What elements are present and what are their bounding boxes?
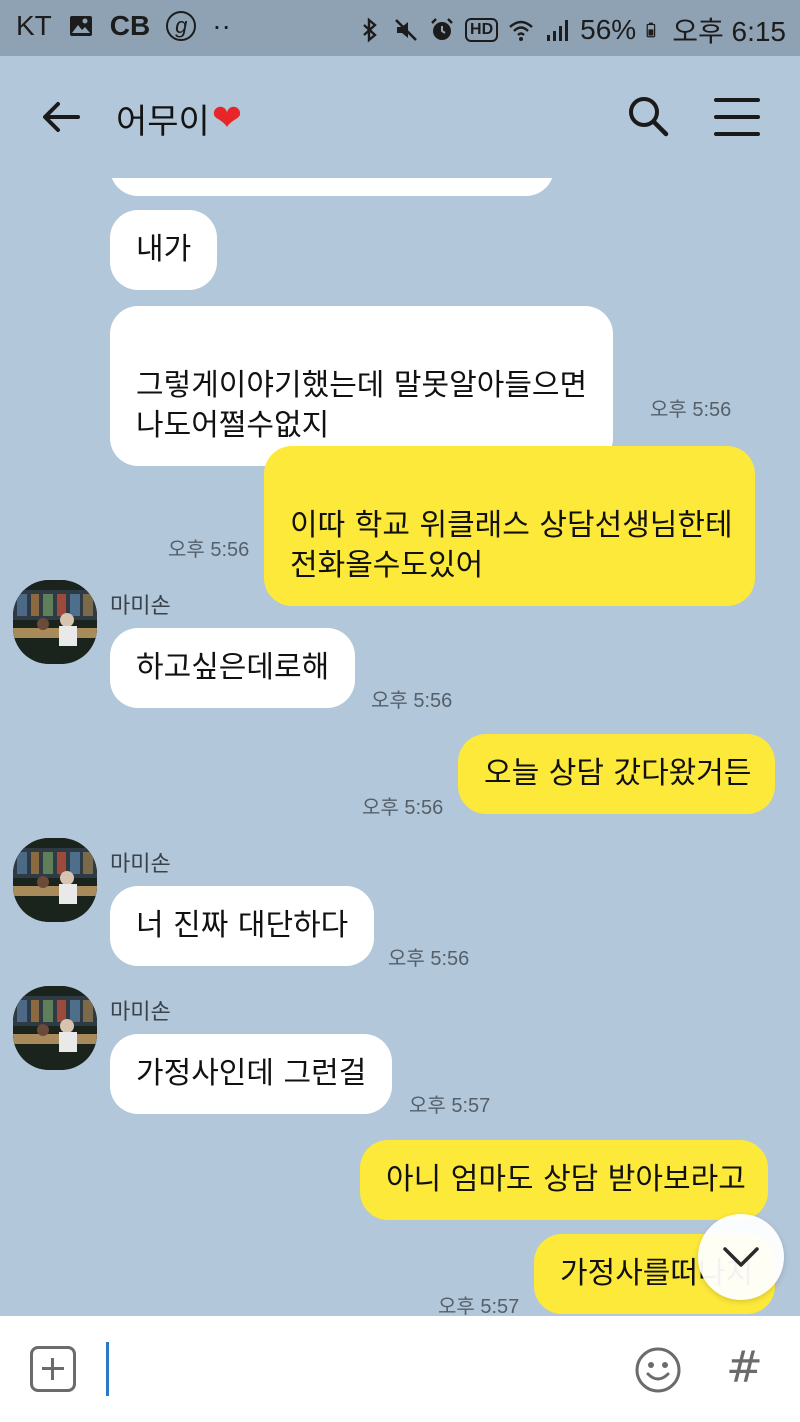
- wifi-icon: [509, 20, 533, 41]
- chat-header: 어무이 ❤: [0, 56, 800, 178]
- mute-icon: [395, 19, 417, 41]
- message-bubble-outgoing[interactable]: 아니 엄마도 상담 받아보라고: [360, 1140, 768, 1220]
- message-text: 가정사인데 그런걸: [136, 1056, 367, 1091]
- arrow-left-icon[interactable]: [38, 94, 84, 140]
- chat-room-name: 어무이: [116, 102, 210, 142]
- sender-avatar[interactable]: [13, 986, 97, 1070]
- message-text: 하고싶은데로해: [136, 650, 330, 685]
- search-icon[interactable]: [624, 92, 672, 140]
- profile-photo-icon: [13, 838, 97, 922]
- cb-notification-label: CB: [109, 10, 151, 41]
- message-time: 오후 5:57: [409, 1095, 491, 1117]
- message-text: 너 진짜 대단하다: [136, 908, 349, 943]
- g-badge-text: g: [175, 13, 188, 38]
- text-cursor: [106, 1342, 109, 1396]
- sender-avatar[interactable]: [13, 580, 97, 664]
- alarm-icon: [431, 18, 453, 40]
- plus-icon[interactable]: [30, 1346, 76, 1392]
- sender-name: 마미손: [110, 852, 171, 877]
- message-list[interactable]: 내가 그렇게이야기했는데 말못알아들으면 나도어쩔수없지 오후 5:56 이따 …: [0, 178, 800, 1316]
- message-time: 오후 5:56: [388, 948, 470, 970]
- sender-avatar[interactable]: [13, 838, 97, 922]
- message-input-bar: #: [0, 1316, 800, 1422]
- heart-icon: ❤: [211, 98, 243, 139]
- more-notifications-dots: ··: [212, 10, 231, 41]
- battery-percent: 56%: [580, 14, 637, 45]
- message-text: 내가: [136, 232, 192, 267]
- bluetooth-icon: [363, 17, 377, 43]
- signal-icon: [547, 20, 569, 41]
- sender-name: 마미손: [110, 594, 171, 619]
- profile-photo-icon: [13, 986, 97, 1070]
- message-input[interactable]: [100, 1338, 600, 1400]
- hash-icon[interactable]: #: [726, 1342, 763, 1393]
- message-text: 오늘 상담 갔다왔거든: [484, 756, 752, 791]
- battery-icon: [646, 22, 656, 38]
- message-time: 오후 5:56: [650, 399, 732, 421]
- message-bubble-incoming[interactable]: 그렇게이야기했는데 말못알아들으면 나도어쩔수없지: [110, 306, 614, 466]
- carrier-label: KT: [16, 10, 52, 41]
- profile-photo-icon: [13, 580, 97, 664]
- gallery-notification-icon: [69, 16, 92, 36]
- message-bubble-incoming[interactable]: 내가: [110, 210, 218, 290]
- status-bar: KT CB g ·· HD 56% 오후 6:15: [0, 0, 800, 56]
- message-bubble-incoming[interactable]: [110, 178, 554, 196]
- hd-label: HD: [470, 21, 494, 38]
- smiley-icon[interactable]: [634, 1346, 682, 1394]
- chat-room-title: 어무이 ❤: [116, 94, 242, 143]
- scroll-to-bottom-button[interactable]: [698, 1214, 784, 1300]
- message-bubble-incoming[interactable]: 너 진짜 대단하다: [110, 886, 375, 966]
- message-text: 이따 학교 위클래스 상담선생님한테 전화올수도있어: [290, 508, 733, 583]
- message-bubble-outgoing[interactable]: 오늘 상담 갔다왔거든: [458, 734, 776, 814]
- message-bubble-outgoing[interactable]: 이따 학교 위클래스 상담선생님한테 전화올수도있어: [264, 446, 755, 606]
- message-time: 오후 5:56: [371, 690, 453, 712]
- message-time: 오후 5:56: [168, 539, 250, 561]
- message-time: 오후 5:57: [438, 1296, 520, 1316]
- message-time: 오후 5:56: [362, 797, 444, 819]
- message-bubble-incoming[interactable]: 하고싶은데로해: [110, 628, 356, 708]
- message-text: 그렇게이야기했는데 말못알아들으면 나도어쩔수없지: [136, 368, 588, 443]
- message-bubble-incoming[interactable]: 가정사인데 그런걸: [110, 1034, 393, 1114]
- g-notification-icon: g: [166, 11, 197, 41]
- hd-voice-icon: HD: [465, 18, 499, 42]
- clock-time: 오후 6:15: [672, 16, 786, 47]
- sender-name: 마미손: [110, 1000, 171, 1025]
- hamburger-menu-icon[interactable]: [712, 94, 762, 140]
- message-text: 아니 엄마도 상담 받아보라고: [386, 1162, 746, 1197]
- chevron-down-icon: [723, 1247, 759, 1267]
